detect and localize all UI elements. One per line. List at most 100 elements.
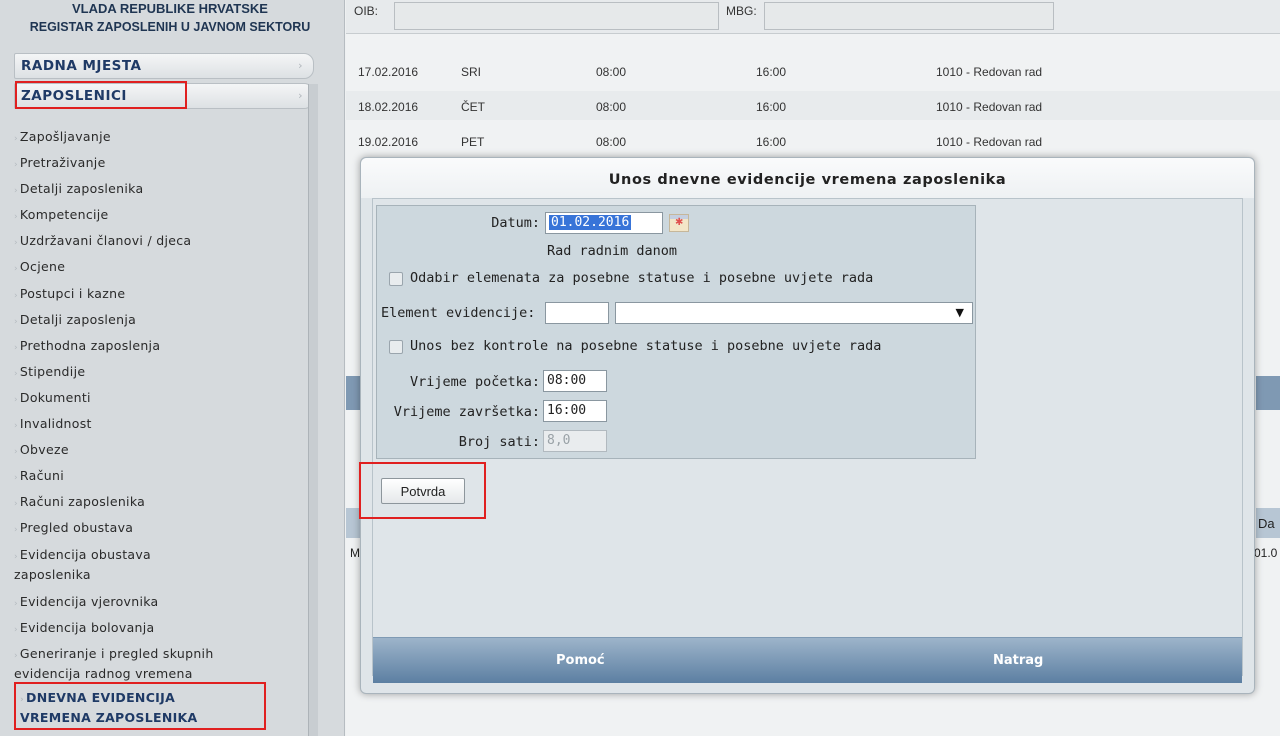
sidebar-item-label: Obveze <box>19 442 69 457</box>
dialog-title: Unos dnevne evidencije vremena zaposleni… <box>361 158 1254 198</box>
chevron-right-icon: › <box>298 89 303 102</box>
highlight-confirm-button <box>359 462 486 519</box>
sidebar-item-label: Dokumenti <box>19 390 91 405</box>
datum-label: Datum: <box>491 215 540 231</box>
hours-label: Broj sati: <box>458 434 540 450</box>
dialog-footer: Pomoć Natrag <box>373 637 1242 683</box>
start-time-label: Vrijeme početka: <box>409 374 540 390</box>
bullet-icon: › <box>14 525 18 535</box>
underlay-cell-text: 01.0 <box>1254 546 1278 560</box>
underlay-toolbar <box>1256 376 1280 410</box>
cell-start: 08:00 <box>596 65 627 79</box>
sidebar-item-detalji-zaposlenika[interactable]: › Detalji zaposlenika <box>14 180 299 200</box>
sidebar-item-label: Evidencija bolovanja <box>19 620 155 635</box>
sidebar-item-label: Invalidnost <box>19 416 92 431</box>
sidebar-item-invalidnost[interactable]: › Invalidnost <box>14 415 299 435</box>
sidebar-item-label: Kompetencije <box>19 207 109 222</box>
sidebar-item-evidencija-bolovanja[interactable]: › Evidencija bolovanja <box>14 619 299 639</box>
end-time-label: Vrijeme završetka: <box>393 404 540 420</box>
sidebar-item-label: Pregled obustava <box>19 520 134 535</box>
bullet-icon: › <box>14 134 18 144</box>
sidebar-item-kompetencije[interactable]: › Kompetencije <box>14 206 299 226</box>
sidebar-item-racuni-zaposlenika[interactable]: › Računi zaposlenika <box>14 493 299 513</box>
table-row[interactable]: 19.02.2016 PET 08:00 16:00 1010 - Redova… <box>346 126 1280 155</box>
cell-day: ČET <box>461 100 485 114</box>
entry-form: Datum: 01.02.2016 Rad radnim danom Odabi… <box>376 205 976 459</box>
hours-input: 8,0 <box>543 430 607 452</box>
oib-field[interactable] <box>394 2 719 30</box>
dropdown-arrow-icon: ▼ <box>955 306 964 319</box>
section-radna-mjesta[interactable]: RADNA MJESTA › <box>14 53 314 79</box>
sidebar-item-detalji-zaposlenja[interactable]: › Detalji zaposlenja <box>14 311 299 331</box>
cell-end: 16:00 <box>756 65 787 79</box>
mbg-field[interactable] <box>764 2 1054 30</box>
start-time-value: 08:00 <box>547 373 587 388</box>
chevron-right-icon: › <box>298 59 303 72</box>
sidebar-item-evidencija-obustava[interactable]: › Evidencija obustava zaposlenika <box>14 546 299 584</box>
cell-type: 1010 - Redovan rad <box>936 65 1043 79</box>
element-code-input[interactable] <box>545 302 609 324</box>
sidebar-item-generiranje[interactable]: › Generiranje i pregled skupnih evidencija… <box>14 645 299 683</box>
app-header: VLADA REPUBLIKE HRVATSKE REGISTAR ZAPOSL… <box>0 0 340 44</box>
bullet-icon: › <box>14 625 18 635</box>
sidebar-item-ocjene[interactable]: › Ocjene <box>14 258 299 278</box>
bullet-icon: › <box>14 499 18 509</box>
sidebar-rail <box>308 84 318 736</box>
sidebar-item-label: Detalji zaposlenja <box>19 312 137 327</box>
sidebar-item-racuni[interactable]: › Računi <box>14 467 299 487</box>
element-label: Element evidencije: <box>381 305 536 321</box>
cell-start: 08:00 <box>596 100 627 114</box>
highlight-zaposlenici <box>15 81 187 109</box>
sidebar-item-uzdrzavani[interactable]: › Uzdržavani članovi / djeca <box>14 232 299 252</box>
sidebar-item-label: Evidencija obustava <box>19 547 152 562</box>
sidebar-item-label: Računi zaposlenika <box>19 494 146 509</box>
sidebar-item-label: Zapošljavanje <box>19 129 111 144</box>
help-button[interactable]: Pomoć <box>556 653 605 668</box>
cell-date: 19.02.2016 <box>358 135 419 149</box>
sidebar-item-stipendije[interactable]: › Stipendije <box>14 363 299 383</box>
sidebar-item-prethodna[interactable]: › Prethodna zaposlenja <box>14 337 299 357</box>
bullet-icon: › <box>14 343 18 353</box>
bullet-icon: › <box>14 473 18 483</box>
cell-date: 17.02.2016 <box>358 65 419 79</box>
sidebar-item-postupci[interactable]: › Postupci i kazne <box>14 285 299 305</box>
back-button[interactable]: Natrag <box>993 653 1043 668</box>
sidebar-item-label: Uzdržavani članovi / djeca <box>19 233 192 248</box>
cell-type: 1010 - Redovan rad <box>936 100 1043 114</box>
sidebar-item-label: Ocjene <box>19 259 66 274</box>
underlay-cell-text: M <box>350 546 360 560</box>
sidebar-item-pretrazivanje[interactable]: › Pretraživanje <box>14 154 299 174</box>
sidebar-item-dokumenti[interactable]: › Dokumenti <box>14 389 299 409</box>
section-label: RADNA MJESTA <box>21 58 142 74</box>
table-row[interactable]: 18.02.2016 ČET 08:00 16:00 1010 - Redova… <box>346 91 1280 120</box>
bullet-icon: › <box>14 421 18 431</box>
sidebar-item-evidencija-vjerovnika[interactable]: › Evidencija vjerovnika <box>14 593 299 613</box>
sidebar-item-label: Postupci i kazne <box>19 286 126 301</box>
start-time-input[interactable]: 08:00 <box>543 370 607 392</box>
end-time-input[interactable]: 16:00 <box>543 400 607 422</box>
sidebar-item-label: Detalji zaposlenika <box>19 181 144 196</box>
sidebar-item-label: Prethodna zaposlenja <box>19 338 161 353</box>
no-control-checkbox[interactable] <box>389 340 403 354</box>
sidebar-item-obveze[interactable]: › Obveze <box>14 441 299 461</box>
element-select[interactable]: ▼ <box>615 302 973 324</box>
table-row[interactable]: 17.02.2016 SRI 08:00 16:00 1010 - Redova… <box>346 56 1280 85</box>
underlay-toolbar <box>346 376 360 410</box>
sidebar-item-label: Računi <box>19 468 64 483</box>
cell-day: PET <box>461 135 485 149</box>
sidebar-item-pregled-obustava[interactable]: › Pregled obustava <box>14 519 299 539</box>
sidebar-item-label: Pretraživanje <box>19 155 106 170</box>
calendar-icon[interactable] <box>669 214 689 232</box>
sidebar-item-label: Evidencija vjerovnika <box>19 594 159 609</box>
special-status-checkbox[interactable] <box>389 272 403 286</box>
datum-value: 01.02.2016 <box>549 215 632 230</box>
sidebar-item-zaposljavanje[interactable]: › Zapošljavanje <box>14 128 299 148</box>
bullet-icon: › <box>14 291 18 301</box>
bullet-icon: › <box>14 369 18 379</box>
underlay-header <box>346 508 360 538</box>
header-line1: VLADA REPUBLIKE HRVATSKE <box>72 1 268 16</box>
datum-input[interactable]: 01.02.2016 <box>545 212 663 234</box>
sidebar-item-label: Generiranje i pregled skupnih <box>19 646 214 661</box>
sidebar-item-label-line2: zaposlenika <box>14 567 91 582</box>
bullet-icon: › <box>14 317 18 327</box>
